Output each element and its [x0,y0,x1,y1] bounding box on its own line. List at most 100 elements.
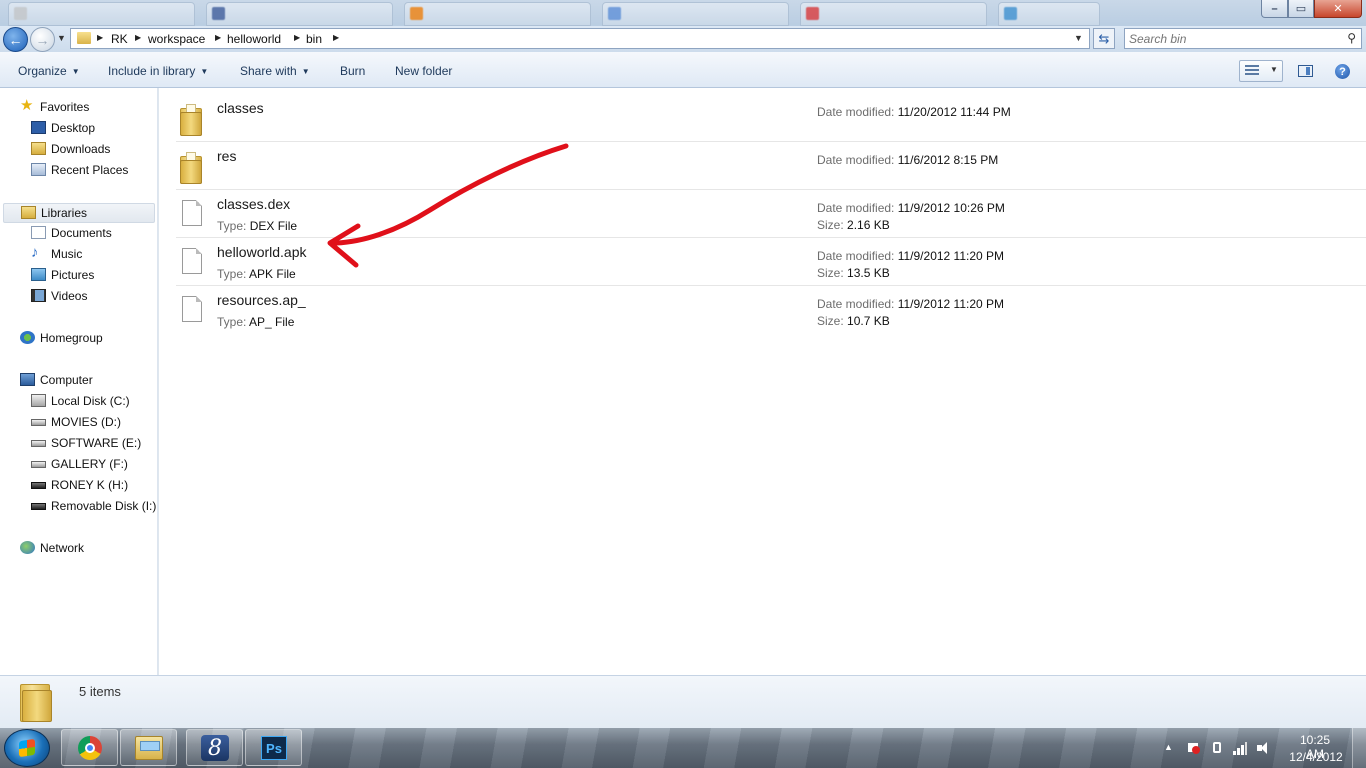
change-view-button[interactable]: ▼ [1239,60,1283,82]
address-bar[interactable]: ▶ RK ▶ workspace ▶ helloworld ▶ bin ▶ ▼ [70,28,1090,49]
chevron-right-icon[interactable]: ▶ [97,33,103,42]
background-tab[interactable] [602,2,789,26]
type-label: Type: [217,219,247,233]
file-row-classes[interactable]: classes Date modified: 11/20/2012 11:44 … [176,94,1366,142]
date-modified-label: Date modified: [817,249,895,263]
volume-icon[interactable] [1256,741,1270,755]
chevron-down-icon: ▼ [71,67,80,76]
search-icon[interactable]: ⚲ [1347,31,1356,45]
file-row-classes-dex[interactable]: classes.dex Type: DEX File Date modified… [176,190,1366,238]
clock-date[interactable]: 12/4/2012 [1288,750,1344,764]
taskbar-explorer[interactable] [120,729,177,766]
close-button[interactable]: ✕ [1314,0,1362,18]
refresh-button[interactable]: ⇆ [1093,28,1115,49]
file-size: Size: 2.16 KB [817,218,890,232]
show-hidden-icons-button[interactable]: ▲ [1164,742,1173,752]
organize-button[interactable]: Organize ▼ [18,64,80,78]
background-tab[interactable] [206,2,393,26]
breadcrumb-bin[interactable]: bin [306,32,322,46]
date-modified-value: 11/20/2012 11:44 PM [897,105,1011,119]
background-tab[interactable] [404,2,591,26]
title-bar: – ▭ ✕ [0,0,1366,26]
recent-places-icon [31,163,46,176]
file-row-helloworld-apk[interactable]: helloworld.apk Type: APK File Date modif… [176,238,1366,286]
type-label: Type: [217,267,247,281]
date-modified: Date modified: 11/9/2012 10:26 PM [817,201,1005,215]
background-tab[interactable] [998,2,1100,26]
type-value: APK File [249,267,296,281]
breadcrumb-helloworld[interactable]: helloworld [227,32,281,46]
maximize-button[interactable]: ▭ [1288,0,1314,18]
recent-pages-dropdown[interactable]: ▼ [57,33,66,43]
file-type: Type: DEX File [217,219,297,233]
action-center-flag-icon[interactable] [1186,741,1200,755]
include-in-library-button[interactable]: Include in library ▼ [108,64,208,78]
show-desktop-button[interactable] [1352,728,1366,768]
chevron-down-icon: ▼ [301,67,310,76]
file-size: Size: 13.5 KB [817,266,890,280]
share-with-button[interactable]: Share with ▼ [240,64,310,78]
start-button[interactable] [4,729,50,767]
date-modified-label: Date modified: [817,153,895,167]
removable-drive-icon [31,482,46,489]
date-modified-label: Date modified: [817,201,895,215]
chevron-right-icon[interactable]: ▶ [333,33,339,42]
hard-drive-icon [31,440,46,447]
share-with-label: Share with [240,64,297,78]
music-note-icon: ♪ [31,244,39,261]
nav-label: Network [40,541,85,555]
taskbar-photoshop[interactable]: Ps [245,729,302,766]
nav-label: GALLERY (F:) [51,457,128,471]
hard-drive-icon [31,461,46,468]
forward-button[interactable]: → [30,27,55,52]
computer-icon [20,373,35,386]
minimize-button[interactable]: – [1261,0,1288,18]
nav-label: Videos [51,289,88,303]
organize-label: Organize [18,64,67,78]
taskbar-chrome[interactable] [61,729,118,766]
file-name: resources.ap_ [217,292,306,308]
burn-button[interactable]: Burn [340,64,365,78]
date-modified-value: 11/9/2012 11:20 PM [897,297,1005,311]
search-input[interactable] [1129,31,1334,46]
chevron-right-icon[interactable]: ▶ [294,33,300,42]
power-plug-icon[interactable] [1210,741,1224,755]
homegroup-icon [20,331,35,344]
taskbar-app-8[interactable]: 8 [186,729,243,766]
breadcrumb-rk[interactable]: RK [111,32,128,46]
breadcrumb-workspace[interactable]: workspace [148,32,205,46]
file-list: classes Date modified: 11/20/2012 11:44 … [159,88,1366,675]
background-tab[interactable] [8,2,195,26]
help-icon[interactable]: ? [1335,64,1350,79]
size-value: 10.7 KB [847,314,890,328]
nav-label: Local Disk (C:) [51,394,130,408]
new-folder-button[interactable]: New folder [395,64,452,78]
details-pane: 5 items [0,675,1366,728]
file-row-resources-ap[interactable]: resources.ap_ Type: AP_ File Date modifi… [176,286,1366,334]
background-tab[interactable] [800,2,987,26]
preview-pane-icon[interactable] [1298,65,1313,77]
photoshop-icon: Ps [261,736,287,760]
chrome-icon [78,736,102,760]
date-modified: Date modified: 11/9/2012 11:20 PM [817,249,1004,263]
nav-libraries[interactable]: Libraries [3,203,155,223]
videos-filmstrip-icon [31,289,46,302]
windows-explorer-icon [135,736,163,760]
folder-icon [20,680,54,722]
chevron-down-icon[interactable]: ▼ [1270,65,1278,74]
file-row-res[interactable]: res Date modified: 11/6/2012 8:15 PM [176,142,1366,190]
search-box[interactable]: ⚲ [1124,28,1362,49]
nav-label: SOFTWARE (E:) [51,436,142,450]
file-icon [182,248,202,274]
downloads-folder-icon [31,142,46,155]
network-signal-icon[interactable] [1233,741,1247,755]
refresh-icon: ⇆ [1098,30,1110,46]
date-modified-value: 11/6/2012 8:15 PM [897,153,999,167]
nav-label: Documents [51,226,112,240]
nav-label: MOVIES (D:) [51,415,122,429]
chevron-right-icon[interactable]: ▶ [135,33,141,42]
chevron-right-icon[interactable]: ▶ [215,33,221,42]
back-button[interactable]: ← [3,27,28,52]
address-dropdown[interactable]: ▼ [1074,33,1083,43]
file-name: helloworld.apk [217,244,307,260]
